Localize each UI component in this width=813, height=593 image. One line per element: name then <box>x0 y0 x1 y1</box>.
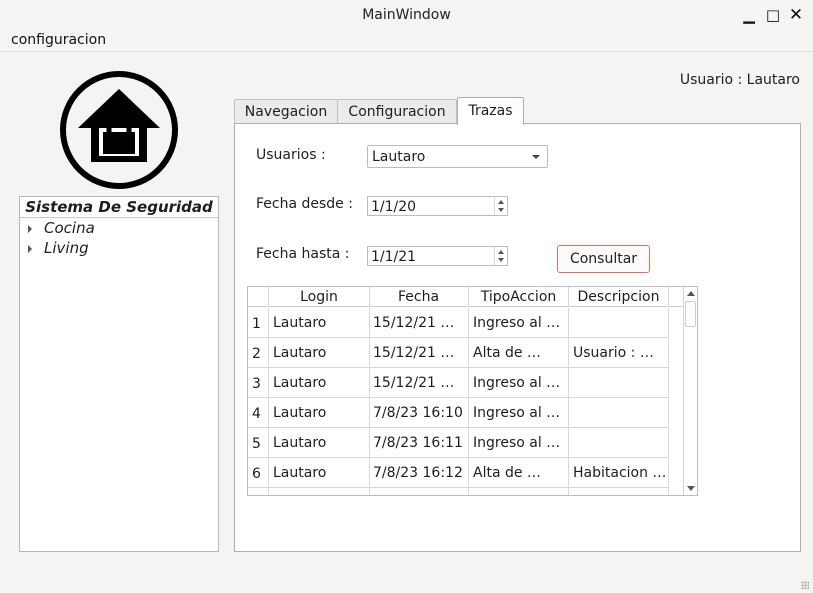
trazas-table[interactable]: Login Fecha TipoAccion Descripcion 1 Lau… <box>247 286 698 496</box>
zones-tree[interactable]: Sistema De Seguridad Cocina Living <box>19 196 219 552</box>
date-spin-buttons[interactable] <box>494 197 507 215</box>
table-scrollbar[interactable] <box>683 287 697 495</box>
usuarios-label: Usuarios : <box>256 147 326 163</box>
scroll-down-icon[interactable] <box>687 486 695 491</box>
row-number[interactable]: 2 <box>248 338 269 368</box>
table-cell[interactable]: Lautaro <box>269 338 370 368</box>
table-cell[interactable]: Lautaro <box>269 308 370 338</box>
table-cell[interactable]: 15/12/21 … <box>369 368 469 398</box>
row-number[interactable]: 1 <box>248 308 269 338</box>
fecha-hasta-value: 1/1/21 <box>371 249 417 265</box>
table-cell[interactable]: 7/8/23 16:10 <box>369 398 469 428</box>
table-row[interactable]: 6 Lautaro 7/8/23 16:12 Alta de … Habitac… <box>248 458 683 488</box>
table-cell[interactable]: Ingreso al … <box>469 308 569 338</box>
table-cell[interactable]: Lautaro <box>269 458 370 488</box>
row-number[interactable]: 3 <box>248 368 269 398</box>
tree-item-cocina[interactable]: Cocina <box>20 218 218 238</box>
date-spin-buttons[interactable] <box>494 247 507 265</box>
table-cell[interactable]: Alta de … <box>469 338 569 368</box>
table-cell[interactable]: Habitacion … <box>569 458 669 488</box>
column-header-login[interactable]: Login <box>269 287 370 307</box>
table-cell[interactable]: Ingreso al … <box>469 398 569 428</box>
scroll-up-icon[interactable] <box>687 291 695 296</box>
table-cell[interactable]: Lautaro <box>269 368 370 398</box>
table-cell[interactable]: 7/8/23 16:11 <box>369 428 469 458</box>
table-row[interactable]: 4 Lautaro 7/8/23 16:10 Ingreso al … <box>248 398 683 428</box>
spin-up-icon[interactable] <box>498 200 504 204</box>
table-cell[interactable]: Usuario : … <box>569 338 669 368</box>
corner-header[interactable] <box>248 287 269 307</box>
fecha-desde-input[interactable]: 1/1/20 <box>367 196 508 216</box>
menu-bar: configuracion <box>0 30 813 52</box>
scrollbar-handle[interactable] <box>685 301 696 327</box>
table-cell[interactable] <box>569 308 669 338</box>
table-row[interactable]: 3 Lautaro 15/12/21 … Ingreso al … <box>248 368 683 398</box>
table-cell[interactable]: Alta de … <box>469 458 569 488</box>
table-row[interactable] <box>248 488 683 495</box>
consultar-button[interactable]: Consultar <box>557 245 650 273</box>
spin-down-icon[interactable] <box>498 258 504 262</box>
spin-up-icon[interactable] <box>498 250 504 254</box>
table-cell[interactable] <box>569 488 669 495</box>
table-cell[interactable]: Ingreso al … <box>469 368 569 398</box>
column-header-descripcion[interactable]: Descripcion <box>569 287 669 307</box>
table-cell[interactable]: Lautaro <box>269 398 370 428</box>
spin-down-icon[interactable] <box>498 208 504 212</box>
usuarios-combo[interactable]: Lautaro <box>367 145 548 168</box>
expand-arrow-icon[interactable] <box>28 245 32 253</box>
tree-item-label: Cocina <box>44 219 95 237</box>
fecha-hasta-input[interactable]: 1/1/21 <box>367 246 508 266</box>
chevron-down-icon[interactable] <box>532 155 540 159</box>
table-cell[interactable]: Lautaro <box>269 428 370 458</box>
table-cell[interactable]: Ingreso al … <box>469 428 569 458</box>
table-cell[interactable] <box>569 368 669 398</box>
tab-trazas[interactable]: Trazas <box>457 97 524 125</box>
table-header: Login Fecha TipoAccion Descripcion <box>248 287 683 307</box>
house-lock-icon <box>60 71 178 189</box>
tree-header: Sistema De Seguridad <box>20 197 218 218</box>
menu-configuracion[interactable]: configuracion <box>11 32 106 48</box>
trazas-panel: Usuarios : Lautaro Fecha desde : 1/1/20 … <box>234 123 801 552</box>
close-icon[interactable]: ✕ <box>788 6 804 24</box>
fecha-hasta-label: Fecha hasta : <box>256 246 350 262</box>
row-number[interactable]: 4 <box>248 398 269 428</box>
table-row[interactable]: 1 Lautaro 15/12/21 … Ingreso al … <box>248 308 683 338</box>
row-number[interactable]: 5 <box>248 428 269 458</box>
column-header-tipoaccion[interactable]: TipoAccion <box>469 287 569 307</box>
table-cell[interactable] <box>369 488 469 495</box>
minimize-icon[interactable]: ▁ <box>741 6 757 24</box>
row-number[interactable] <box>248 488 269 495</box>
resize-grip-icon[interactable] <box>801 581 809 589</box>
table-cell[interactable] <box>269 488 370 495</box>
maximize-icon[interactable]: □ <box>765 6 781 24</box>
title-bar: MainWindow ▁ □ ✕ <box>0 0 813 30</box>
expand-arrow-icon[interactable] <box>28 225 32 233</box>
table-row[interactable]: 2 Lautaro 15/12/21 … Alta de … Usuario :… <box>248 338 683 368</box>
table-row[interactable]: 5 Lautaro 7/8/23 16:11 Ingreso al … <box>248 428 683 458</box>
tab-navegacion[interactable]: Navegacion <box>234 99 338 124</box>
row-number[interactable]: 6 <box>248 458 269 488</box>
usuarios-value: Lautaro <box>372 149 426 165</box>
table-cell[interactable] <box>469 488 569 495</box>
user-label: Usuario : Lautaro <box>679 72 800 88</box>
fecha-desde-value: 1/1/20 <box>371 199 417 215</box>
table-cell[interactable]: 7/8/23 16:12 <box>369 458 469 488</box>
table-cell[interactable] <box>569 428 669 458</box>
column-header-fecha[interactable]: Fecha <box>369 287 469 307</box>
fecha-desde-label: Fecha desde : <box>256 196 353 212</box>
table-cell[interactable]: 15/12/21 … <box>369 338 469 368</box>
table-cell[interactable]: 15/12/21 … <box>369 308 469 338</box>
window-title: MainWindow <box>362 7 451 23</box>
table-cell[interactable] <box>569 398 669 428</box>
tree-item-living[interactable]: Living <box>20 238 218 258</box>
tab-configuracion[interactable]: Configuracion <box>337 99 457 124</box>
tree-item-label: Living <box>44 239 89 257</box>
